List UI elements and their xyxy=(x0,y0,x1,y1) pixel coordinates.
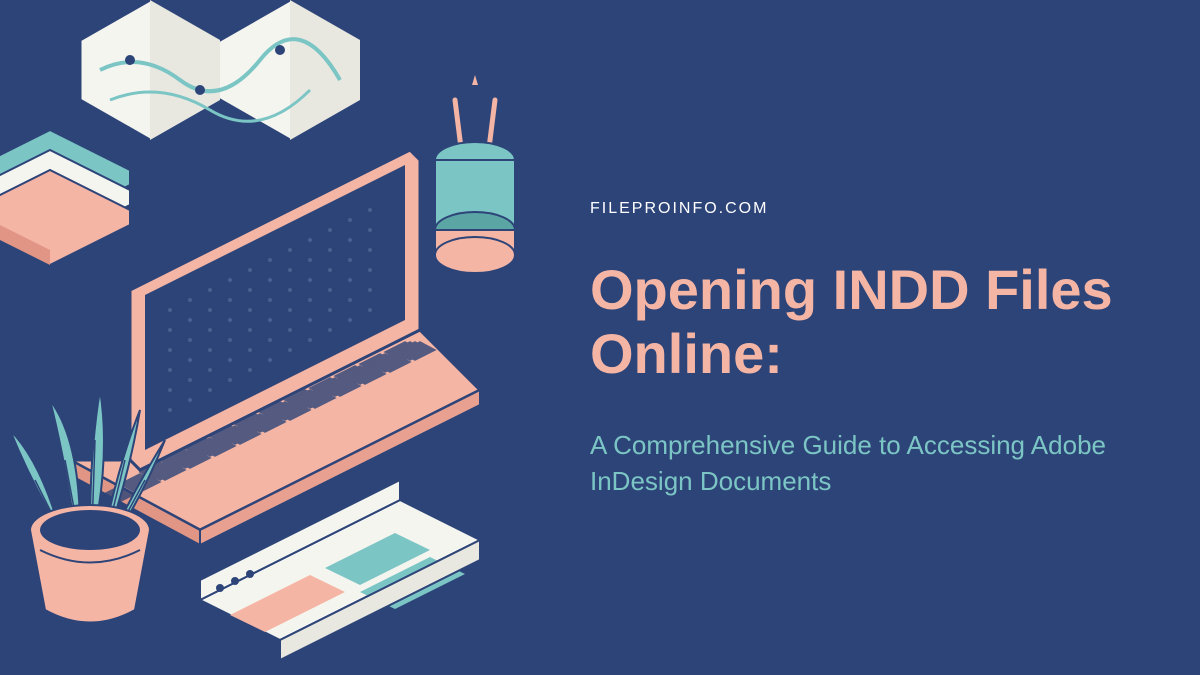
books-icon xyxy=(0,130,130,265)
laptop-icon xyxy=(70,150,480,545)
pencil-cup-icon xyxy=(435,75,515,273)
subtitle-text: A Comprehensive Guide to Accessing Adobe… xyxy=(590,427,1140,500)
hero-illustration xyxy=(0,0,580,675)
page-title: Opening INDD Files Online: xyxy=(590,258,1140,387)
isometric-workspace-svg xyxy=(0,0,580,675)
text-content: FILEPROINFO.COM Opening INDD Files Onlin… xyxy=(590,200,1140,500)
map-icon xyxy=(80,0,360,140)
eyebrow-text: FILEPROINFO.COM xyxy=(590,200,1140,218)
